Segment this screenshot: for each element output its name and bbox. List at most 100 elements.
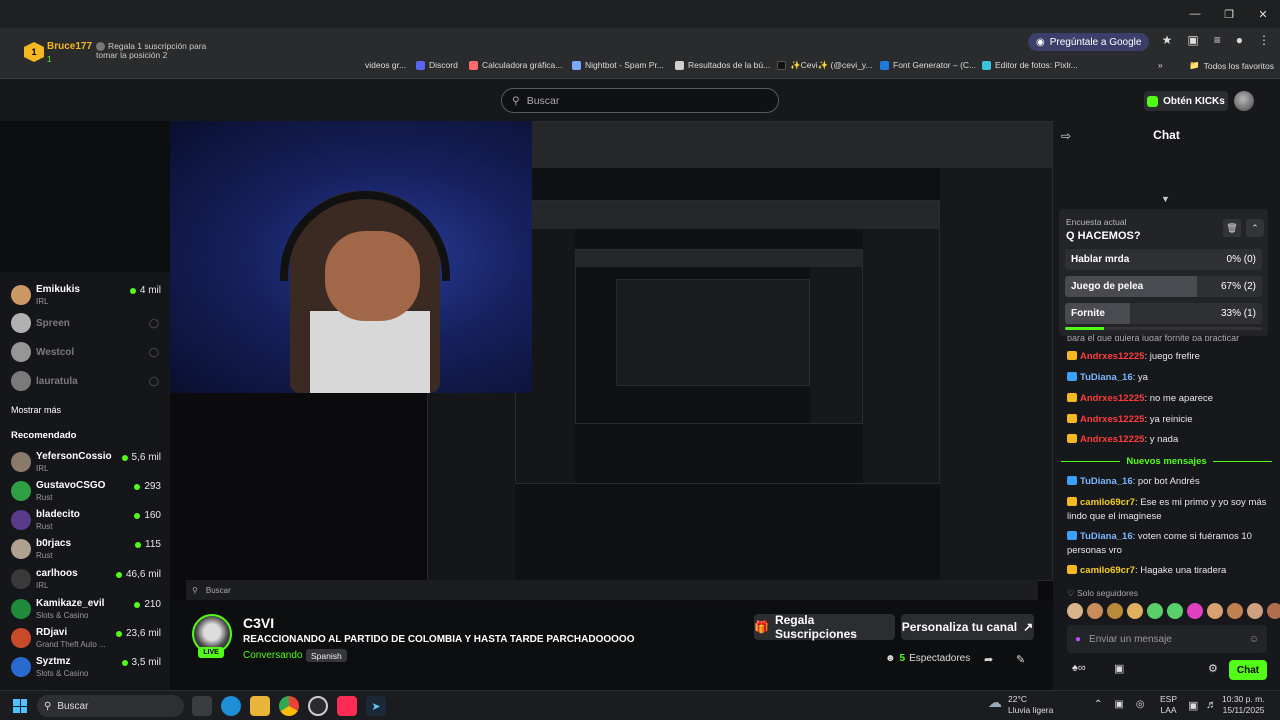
- chat-username[interactable]: camilo69cr7: [1080, 497, 1135, 508]
- emoji-icon[interactable]: ☺: [1249, 634, 1259, 645]
- microphone-icon[interactable]: ◎: [1136, 699, 1145, 710]
- chat-username[interactable]: Andrxes12225: [1080, 351, 1144, 362]
- ask-google-button[interactable]: ◉ Pregúntale a Google: [1028, 33, 1150, 51]
- tray-app-icon[interactable]: ▣: [1114, 699, 1123, 710]
- sidebar-item-rdjavi[interactable]: RDjavi Grand Theft Auto ... 23,6 mil: [11, 624, 161, 652]
- chat-username[interactable]: TuDiana_16: [1080, 531, 1133, 542]
- sidebar-item-emikukis[interactable]: Emikukis IRL 4 mil: [11, 281, 161, 309]
- gear-icon[interactable]: ⚙: [1208, 662, 1218, 675]
- weather-widget[interactable]: ☁ 22°C Lluvia ligera: [988, 694, 1053, 716]
- chat-username[interactable]: camilo69cr7: [1080, 565, 1135, 576]
- emote-icon[interactable]: [1267, 603, 1280, 619]
- chevron-up-icon[interactable]: ⌃: [1094, 699, 1102, 710]
- customize-channel-button[interactable]: Personaliza tu canal ↗: [901, 614, 1034, 640]
- steam-icon[interactable]: ➤: [366, 696, 386, 716]
- bookmark-item[interactable]: Editor de fotos: Pixlr...: [982, 60, 1078, 70]
- viewer-count: ☻ 5 Espectadores: [885, 653, 971, 664]
- extensions-icon[interactable]: ▣: [1187, 33, 1198, 47]
- emote-icon[interactable]: [1147, 603, 1163, 619]
- emote-icon[interactable]: [1247, 603, 1263, 619]
- maximize-button[interactable]: ❐: [1212, 0, 1246, 28]
- sidebar-item-syztmz[interactable]: Syztmz Slots & Casino 3,5 mil: [11, 653, 161, 681]
- chrome-icon[interactable]: [279, 696, 299, 716]
- send-chat-button[interactable]: Chat: [1229, 660, 1267, 680]
- emote-icon[interactable]: [1167, 603, 1183, 619]
- language-indicator[interactable]: ESP LAA: [1160, 694, 1177, 716]
- bookmark-item[interactable]: ✨Cevi✨ (@cevi_y...: [777, 60, 873, 71]
- sidebar-item-b0rjacs[interactable]: b0rjacs Rust 115: [11, 535, 161, 563]
- bookmark-item[interactable]: Resultados de la bú...: [675, 60, 770, 70]
- emote-icon[interactable]: [1227, 603, 1243, 619]
- emote-icon[interactable]: [1127, 603, 1143, 619]
- profile-icon[interactable]: ●: [1236, 33, 1243, 47]
- close-window-button[interactable]: ✕: [1246, 0, 1280, 28]
- emote-icon[interactable]: [1207, 603, 1223, 619]
- poll-option[interactable]: Fornite 33% (1): [1065, 303, 1262, 324]
- tiktok-icon[interactable]: [337, 696, 357, 716]
- stream-category-link[interactable]: Conversando: [243, 650, 302, 661]
- stream-player[interactable]: [170, 121, 1053, 601]
- poll-option[interactable]: Hablar mrda 0% (0): [1065, 249, 1262, 270]
- bookmark-item[interactable]: Discord: [416, 60, 458, 70]
- chat-message-input[interactable]: ● Enviar un mensaje ☺: [1067, 625, 1267, 653]
- bookmarks-overflow-icon[interactable]: »: [1158, 60, 1163, 70]
- bookmark-item[interactable]: Font Generator – (C...: [880, 60, 976, 70]
- bookmark-item[interactable]: Calculadora gráfica...: [469, 60, 562, 70]
- chat-username[interactable]: Andrxes12225: [1080, 393, 1144, 404]
- all-favorites-folder[interactable]: 📁 Todos los favoritos: [1189, 60, 1274, 71]
- sidebar-item-yefersoncossio[interactable]: YefersonCossio IRL 5,6 mil: [11, 448, 161, 476]
- channel-name[interactable]: C3VI: [243, 615, 274, 631]
- obs-icon[interactable]: [308, 696, 328, 716]
- edge-icon[interactable]: [221, 696, 241, 716]
- emote-icon[interactable]: [1187, 603, 1203, 619]
- gift-subs-button[interactable]: 🎁 Regala Suscripciones: [754, 613, 895, 641]
- sidebar-item-kamikaze-evil[interactable]: Kamikaze_evil Slots & Casino 210: [11, 595, 161, 623]
- share-icon[interactable]: ➦: [984, 653, 993, 666]
- minimize-button[interactable]: —: [1178, 0, 1212, 28]
- new-messages-divider[interactable]: Nuevos mensajes: [1061, 455, 1273, 467]
- menu-icon[interactable]: ⋮: [1258, 33, 1270, 47]
- store-icon[interactable]: ▣: [1114, 662, 1124, 675]
- chevron-up-icon[interactable]: ⌃: [1246, 219, 1264, 237]
- sidebar-item-carlhoos[interactable]: carlhoos IRL 46,6 mil: [11, 565, 161, 593]
- sidebar-item-gustavocsgo[interactable]: GustavoCSGO Rust 293: [11, 477, 161, 505]
- chat-username[interactable]: Andrxes12225: [1080, 434, 1144, 445]
- clock[interactable]: 10:30 p. m. 15/11/2025: [1222, 694, 1265, 716]
- chat-message-partial: para el que quiera jugar fornite pa prac…: [1067, 333, 1240, 341]
- sidebar-item-bladecito[interactable]: bladecito Rust 160: [11, 506, 161, 534]
- poll-option[interactable]: Juego de pelea 67% (2): [1065, 276, 1262, 297]
- star-icon[interactable]: ★: [1162, 33, 1173, 47]
- pinned-username[interactable]: Bruce177: [47, 41, 92, 52]
- emote-icon[interactable]: [1067, 603, 1083, 619]
- media-icon[interactable]: ≡: [1214, 33, 1221, 47]
- volume-icon[interactable]: ♬: [1206, 699, 1217, 711]
- language-tag[interactable]: Spanish: [306, 649, 347, 662]
- get-kicks-button[interactable]: Obtén KICKs: [1144, 91, 1228, 111]
- sidebar-item-westcol[interactable]: Westcol ◯: [11, 338, 161, 366]
- chat-username[interactable]: TuDiana_16: [1080, 372, 1133, 383]
- show-more-link[interactable]: Mostrar más: [11, 405, 61, 415]
- user-avatar[interactable]: [1234, 91, 1254, 111]
- file-explorer-icon[interactable]: [250, 696, 270, 716]
- bookmark-item[interactable]: videos gr...: [365, 60, 406, 70]
- user-badge-icon: [1067, 351, 1077, 360]
- taskbar-search[interactable]: ⚲ Buscar: [37, 695, 184, 717]
- network-icon[interactable]: ▣: [1188, 699, 1198, 712]
- task-view-icon[interactable]: [192, 696, 212, 716]
- chat-username[interactable]: TuDiana_16: [1080, 476, 1133, 487]
- trash-icon[interactable]: 🗑: [1223, 219, 1241, 237]
- bookmark-item[interactable]: Nightbot - Spam Pr...: [572, 60, 664, 70]
- points-icon[interactable]: ♠∞: [1072, 662, 1086, 674]
- follow-user-icon[interactable]: ✎: [1016, 653, 1025, 666]
- windows-start-icon[interactable]: [13, 699, 27, 713]
- poll-card: Encuesta actual Q HACEMOS? 🗑 ⌃ Hablar mr…: [1059, 209, 1268, 336]
- emote-icon[interactable]: [1107, 603, 1123, 619]
- expand-icon[interactable]: ▼: [1161, 194, 1170, 204]
- chat-username[interactable]: Andrxes12225: [1080, 414, 1144, 425]
- search-input[interactable]: ⚲ Buscar: [501, 88, 779, 113]
- emote-icon[interactable]: [1087, 603, 1103, 619]
- microphone-icon[interactable]: ●: [1075, 634, 1081, 645]
- sidebar-item-lauratula[interactable]: lauratula ◯: [11, 367, 161, 395]
- captured-search-icon: ⚲: [192, 585, 198, 595]
- sidebar-item-spreen[interactable]: Spreen ◯: [11, 309, 161, 337]
